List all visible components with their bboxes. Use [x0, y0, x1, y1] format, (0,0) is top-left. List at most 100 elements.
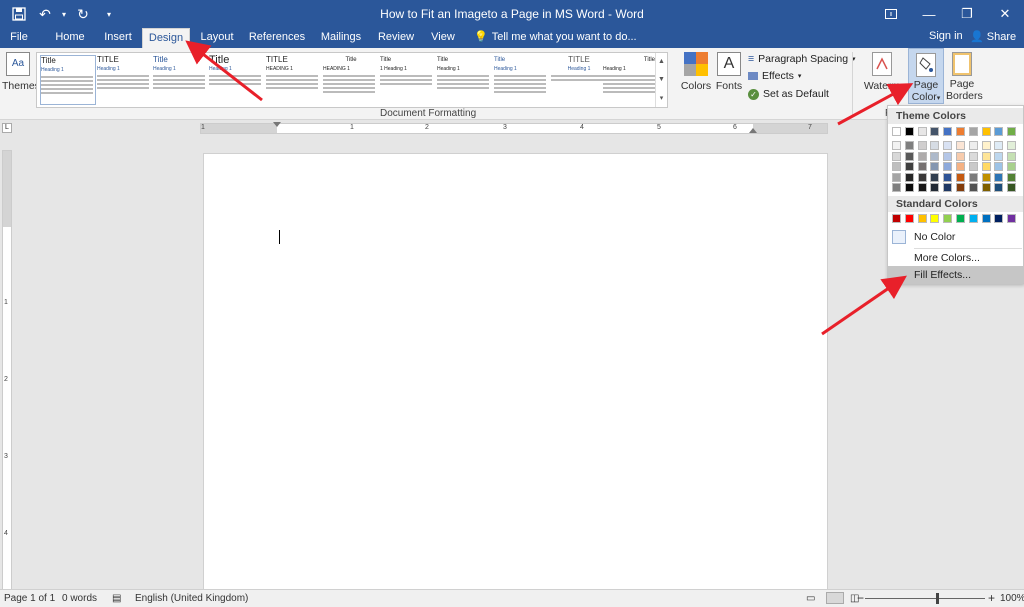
theme-color-swatch[interactable]: [1007, 173, 1016, 182]
theme-color-swatch[interactable]: [956, 183, 965, 192]
theme-color-swatch[interactable]: [1007, 141, 1016, 150]
tab-mailings[interactable]: Mailings: [316, 28, 366, 48]
gallery-item[interactable]: TitleHEADING 1: [323, 55, 379, 105]
theme-color-swatch[interactable]: [892, 127, 901, 136]
theme-color-swatch[interactable]: [994, 141, 1003, 150]
standard-color-swatch[interactable]: [969, 214, 978, 223]
theme-color-swatch[interactable]: [943, 127, 952, 136]
page-color-button[interactable]: Page Color▾: [908, 48, 944, 104]
tab-layout[interactable]: Layout: [194, 28, 240, 48]
theme-color-swatch[interactable]: [982, 162, 991, 171]
right-indent-marker-icon[interactable]: [749, 128, 757, 133]
word-count[interactable]: 0 words: [62, 593, 97, 604]
watermark-button[interactable]: Waterm: [862, 52, 902, 92]
fonts-button[interactable]: A Fonts: [714, 52, 744, 92]
zoom-slider[interactable]: [865, 598, 985, 599]
theme-color-swatch[interactable]: [969, 183, 978, 192]
minimize-icon[interactable]: —: [910, 0, 948, 28]
paragraph-spacing-button[interactable]: ≡ Paragraph Spacing ▾: [748, 53, 856, 65]
gallery-item[interactable]: TitleHeading 1: [603, 55, 655, 105]
gallery-item[interactable]: TITLEHEADING 1: [266, 55, 322, 105]
theme-color-swatch[interactable]: [982, 173, 991, 182]
gallery-item[interactable]: TITLEHeading 1: [551, 55, 607, 105]
theme-color-swatch[interactable]: [994, 152, 1003, 161]
gallery-down-icon[interactable]: ▼: [658, 76, 665, 83]
gallery-item[interactable]: Title1 Heading 1: [380, 55, 436, 105]
read-mode-icon[interactable]: ▭: [806, 593, 815, 604]
standard-color-swatch[interactable]: [930, 214, 939, 223]
gallery-more-icon[interactable]: ▾: [660, 94, 664, 102]
theme-color-swatch[interactable]: [982, 127, 991, 136]
theme-color-swatch[interactable]: [905, 183, 914, 192]
theme-color-swatch[interactable]: [956, 173, 965, 182]
standard-color-swatch[interactable]: [994, 214, 1003, 223]
tab-insert[interactable]: Insert: [96, 28, 140, 48]
theme-color-swatch[interactable]: [982, 183, 991, 192]
tab-review[interactable]: Review: [374, 28, 418, 48]
theme-color-swatch[interactable]: [969, 162, 978, 171]
language-indicator[interactable]: English (United Kingdom): [135, 593, 248, 604]
effects-button[interactable]: Effects ▾: [748, 70, 801, 82]
theme-color-swatch[interactable]: [918, 152, 927, 161]
theme-color-swatch[interactable]: [930, 183, 939, 192]
theme-color-swatch[interactable]: [943, 162, 952, 171]
theme-color-swatch[interactable]: [969, 141, 978, 150]
theme-color-swatch[interactable]: [905, 141, 914, 150]
theme-color-swatch[interactable]: [892, 141, 901, 150]
theme-color-swatch[interactable]: [892, 183, 901, 192]
themes-button[interactable]: Aa Themes: [2, 52, 34, 92]
theme-color-swatch[interactable]: [969, 173, 978, 182]
theme-color-swatch[interactable]: [969, 152, 978, 161]
theme-color-swatch[interactable]: [994, 162, 1003, 171]
theme-color-swatch[interactable]: [994, 127, 1003, 136]
standard-color-swatch[interactable]: [982, 214, 991, 223]
theme-color-swatch[interactable]: [994, 173, 1003, 182]
tab-file[interactable]: File: [4, 28, 34, 48]
theme-color-swatch[interactable]: [930, 152, 939, 161]
vertical-ruler[interactable]: 1 2 3 4: [2, 150, 12, 590]
restore-icon[interactable]: ❐: [948, 0, 986, 28]
tab-view[interactable]: View: [424, 28, 462, 48]
tab-home[interactable]: Home: [48, 28, 92, 48]
theme-color-swatch[interactable]: [956, 127, 965, 136]
theme-color-swatch[interactable]: [930, 173, 939, 182]
gallery-item[interactable]: TitleHeading 1: [209, 55, 265, 105]
standard-color-swatch[interactable]: [905, 214, 914, 223]
page-count[interactable]: Page 1 of 1: [4, 593, 55, 604]
indent-marker-icon[interactable]: [273, 122, 281, 127]
page-borders-button[interactable]: Page Borders: [946, 52, 978, 102]
theme-color-swatch[interactable]: [905, 127, 914, 136]
standard-color-swatch[interactable]: [892, 214, 901, 223]
theme-color-swatch[interactable]: [918, 141, 927, 150]
theme-color-swatch[interactable]: [918, 127, 927, 136]
standard-color-swatch[interactable]: [1007, 214, 1016, 223]
no-color-item[interactable]: No Color: [888, 228, 1023, 246]
theme-color-swatch[interactable]: [943, 152, 952, 161]
tab-design[interactable]: Design: [142, 28, 190, 48]
theme-color-swatch[interactable]: [892, 152, 901, 161]
theme-color-swatch[interactable]: [1007, 162, 1016, 171]
more-colors-item[interactable]: More Colors...: [888, 249, 1023, 267]
print-layout-icon[interactable]: [826, 592, 844, 604]
theme-color-swatch[interactable]: [982, 141, 991, 150]
gallery-item[interactable]: TitleHeading 1: [437, 55, 493, 105]
fill-effects-item[interactable]: Fill Effects...: [888, 266, 1023, 284]
theme-color-swatch[interactable]: [943, 183, 952, 192]
gallery-item[interactable]: TitleHeading 1: [494, 55, 550, 105]
standard-color-swatch[interactable]: [918, 214, 927, 223]
theme-color-swatch[interactable]: [1007, 183, 1016, 192]
theme-color-swatch[interactable]: [1007, 127, 1016, 136]
zoom-level[interactable]: 100%: [1000, 593, 1024, 604]
theme-color-swatch[interactable]: [905, 173, 914, 182]
horizontal-ruler[interactable]: 1 1 2 3 4 5 6 7: [200, 123, 828, 134]
theme-color-swatch[interactable]: [905, 152, 914, 161]
gallery-item[interactable]: TitleHeading 1: [153, 55, 209, 105]
gallery-scroll[interactable]: ▲ ▼ ▾: [655, 53, 667, 107]
tab-selector[interactable]: L: [2, 123, 12, 133]
theme-color-swatch[interactable]: [956, 152, 965, 161]
theme-color-swatch[interactable]: [969, 127, 978, 136]
theme-color-swatch[interactable]: [918, 183, 927, 192]
zoom-in-button[interactable]: +: [988, 591, 995, 605]
theme-color-swatch[interactable]: [918, 162, 927, 171]
theme-color-swatch[interactable]: [956, 162, 965, 171]
